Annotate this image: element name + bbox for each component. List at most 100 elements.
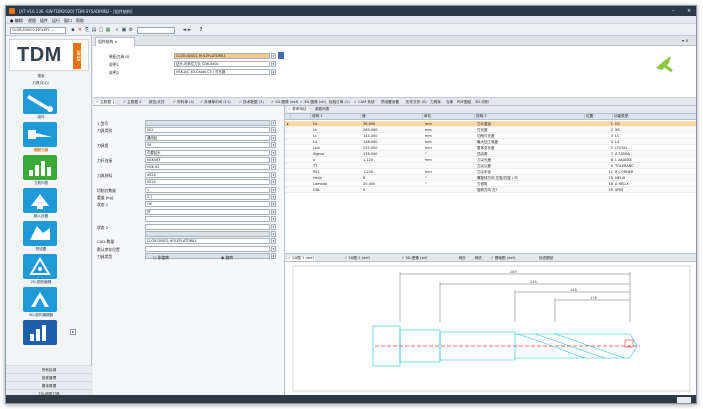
tab-main-data-2[interactable]: ✓ 主数据 2 bbox=[123, 100, 141, 105]
table-cell[interactable]: 旋转方向 左? bbox=[476, 187, 585, 193]
desc2-field[interactable]: HSK-A/C 63-Capto C5 / 可乐钢 bbox=[174, 69, 270, 75]
dropdown-icon[interactable]: ▾ bbox=[271, 223, 276, 230]
tab-parameter-list[interactable]: 参数列表 bbox=[315, 107, 329, 112]
form-row-field[interactable]: 2.7 bbox=[145, 194, 270, 200]
delete-icon[interactable]: ✕ bbox=[77, 27, 83, 33]
form-row-field[interactable] bbox=[145, 223, 270, 230]
tab-2d[interactable]: ✓ 2D-图像 (dxf) bbox=[271, 100, 298, 105]
drawing-tab[interactable]: ✓ 基础图 (dxf) bbox=[491, 256, 516, 261]
tab-bom[interactable]: ✓ 材料单 (4) bbox=[173, 100, 194, 105]
panel-menu-icon[interactable]: ▾ × bbox=[682, 38, 689, 43]
dropdown-icon[interactable]: ▾ bbox=[271, 186, 276, 193]
dropdown-icon[interactable]: ▾ bbox=[271, 171, 276, 178]
desc1-field[interactable]: 钻头-可转位刀片 D36-4xDc bbox=[174, 61, 270, 67]
form-row-field[interactable]: 好 bbox=[145, 208, 270, 215]
tab-3d[interactable]: ✓ 3D-图像 (stl) bbox=[300, 100, 326, 105]
sidebar-section-search[interactable]: 搜索 bbox=[9, 74, 73, 79]
form-row-field[interactable]: HSK 63 bbox=[145, 164, 270, 171]
sidebar-item-preset[interactable] bbox=[23, 221, 57, 246]
form-row-field[interactable]: 通用钻 bbox=[145, 134, 270, 141]
drawing-tab[interactable]: 网站 bbox=[475, 256, 482, 261]
tab-tech-data[interactable]: ✓ 技术数据 (3) bbox=[239, 100, 264, 105]
dropdown-icon[interactable]: ▾ bbox=[271, 157, 276, 163]
dropdown-icon[interactable]: ▾ bbox=[271, 134, 276, 141]
form-row-field[interactable] bbox=[145, 231, 270, 237]
form-row-field[interactable]: CLGR-D0002-HOLEFLATDRILL bbox=[145, 238, 270, 245]
column-header[interactable]: 位置 bbox=[585, 114, 613, 120]
save-icon[interactable]: ▪ bbox=[70, 27, 76, 33]
dropdown-icon[interactable]: ▾ bbox=[271, 164, 276, 171]
dropdown-icon[interactable]: ▾ bbox=[271, 179, 276, 186]
table-cell[interactable]: SPIN bbox=[614, 187, 696, 193]
column-header[interactable]: 说明 1 bbox=[311, 114, 361, 120]
tool-id-combo[interactable]: CLGR-D0002-HOLEFL ⌄ bbox=[10, 26, 66, 34]
dropdown-icon[interactable]: ▾ bbox=[271, 53, 276, 59]
tab-pdf[interactable]: PDF图纸 bbox=[457, 100, 471, 105]
link-icon[interactable] bbox=[278, 52, 284, 59]
dropdown-icon[interactable]: ▾ bbox=[271, 61, 276, 67]
table-cell[interactable]: 0 bbox=[362, 187, 423, 193]
export-icon[interactable]: ▦ bbox=[105, 27, 111, 33]
table-cell[interactable]: 20 bbox=[586, 187, 613, 193]
expand-icon[interactable]: ▸ bbox=[70, 329, 76, 335]
sidebar-item-report[interactable] bbox=[23, 320, 57, 345]
sidebar-bottom-base-data[interactable]: 基本数据 bbox=[6, 381, 92, 389]
sidebar-section-tools[interactable]: 刀具(中心) bbox=[9, 81, 73, 86]
dropdown-icon[interactable]: ▾ bbox=[271, 238, 276, 245]
new-icon[interactable]: □ bbox=[98, 27, 104, 33]
column-header[interactable] bbox=[291, 114, 311, 120]
table-cell[interactable]: CDL bbox=[312, 187, 361, 193]
drawing-tab[interactable]: 检查图纸 bbox=[539, 256, 553, 261]
tab-storage[interactable]: ✓ 存储单中间 (11) bbox=[200, 100, 231, 105]
tab-reports[interactable]: 报告/文件 bbox=[149, 100, 165, 105]
dropdown-icon[interactable]: ▾ bbox=[271, 127, 276, 134]
minimize-button[interactable]: – bbox=[672, 8, 675, 14]
settings-icon[interactable]: ⚙ bbox=[128, 27, 134, 33]
column-header[interactable]: 值 bbox=[361, 114, 423, 120]
column-header[interactable]: 说明 2 bbox=[475, 114, 585, 120]
sidebar-item-assembly[interactable] bbox=[23, 122, 57, 147]
form-row-field[interactable]: 002 bbox=[145, 127, 270, 134]
tab-inspection[interactable]: 检验订单 (1) bbox=[329, 100, 350, 105]
drawing-tab[interactable]: ✓ 2D图 1 (dxf) bbox=[287, 256, 315, 261]
form-row-field[interactable] bbox=[145, 216, 270, 223]
dropdown-icon[interactable]: ▾ bbox=[271, 253, 276, 260]
dropdown-icon[interactable]: ▾ bbox=[271, 208, 276, 215]
tab-reference-features[interactable]: ✓ 参考特征 bbox=[287, 107, 308, 112]
sidebar-bottom-all-areas[interactable]: 所有区域 bbox=[6, 365, 92, 373]
dropdown-icon[interactable]: ▾ bbox=[271, 194, 276, 200]
drawing-tab[interactable]: 网页 bbox=[459, 256, 466, 261]
help-icon[interactable]: ? bbox=[198, 27, 204, 33]
tab-component-structure[interactable]: 组件结构 × bbox=[95, 37, 135, 46]
form-row-field[interactable]: OK bbox=[145, 201, 270, 208]
tab-preset-settings[interactable]: 预设置设置 bbox=[381, 100, 399, 105]
sidebar-item-3d[interactable] bbox=[23, 287, 57, 312]
form-row-field[interactable]: 中要钻头 bbox=[145, 149, 270, 156]
radio-rotating[interactable]: ◉ 旋转 bbox=[221, 255, 233, 261]
form-row-field[interactable]: HSK063 bbox=[145, 157, 270, 163]
radio-non-rotating[interactable]: ○ 非旋转 bbox=[153, 255, 169, 261]
form-row-field[interactable] bbox=[145, 245, 270, 252]
dropdown-icon[interactable]: ▾ bbox=[271, 216, 276, 223]
tab-main-data-1[interactable]: ✓ 主数据 1 bbox=[95, 99, 116, 105]
dropdown-icon[interactable]: ▾ bbox=[271, 245, 276, 252]
form-row-field[interactable]: 04 bbox=[145, 142, 270, 149]
tab-history[interactable]: 历史文件 (0) bbox=[406, 100, 427, 105]
filter-combo[interactable] bbox=[137, 26, 175, 34]
sidebar-item-input[interactable] bbox=[23, 188, 57, 213]
sidebar-bottom-approval[interactable]: 批准管理 bbox=[6, 373, 92, 381]
form-row-field[interactable]: 4024 bbox=[145, 171, 270, 178]
dropdown-icon[interactable]: ▾ bbox=[271, 231, 276, 237]
form-row-field[interactable]: 4024 bbox=[145, 179, 270, 186]
nav-arrows[interactable]: ◄ ► bbox=[182, 27, 192, 33]
dropdown-icon[interactable]: ▾ bbox=[271, 149, 276, 156]
print-icon[interactable]: ▣ bbox=[121, 27, 127, 33]
tab-3d-cut[interactable]: 3D-切削 bbox=[475, 100, 489, 105]
dropdown-icon[interactable]: ▾ bbox=[271, 69, 276, 75]
dropdown-icon[interactable]: ▾ bbox=[271, 142, 276, 149]
form-row-field[interactable]: 1 bbox=[145, 186, 270, 193]
sidebar-item-toollist[interactable] bbox=[23, 155, 57, 180]
sidebar-item-2d[interactable] bbox=[23, 254, 57, 279]
drawing-tab[interactable]: ✓ 3D-图像 (stl) bbox=[401, 256, 427, 261]
paste-icon[interactable]: ▤ bbox=[91, 27, 97, 33]
